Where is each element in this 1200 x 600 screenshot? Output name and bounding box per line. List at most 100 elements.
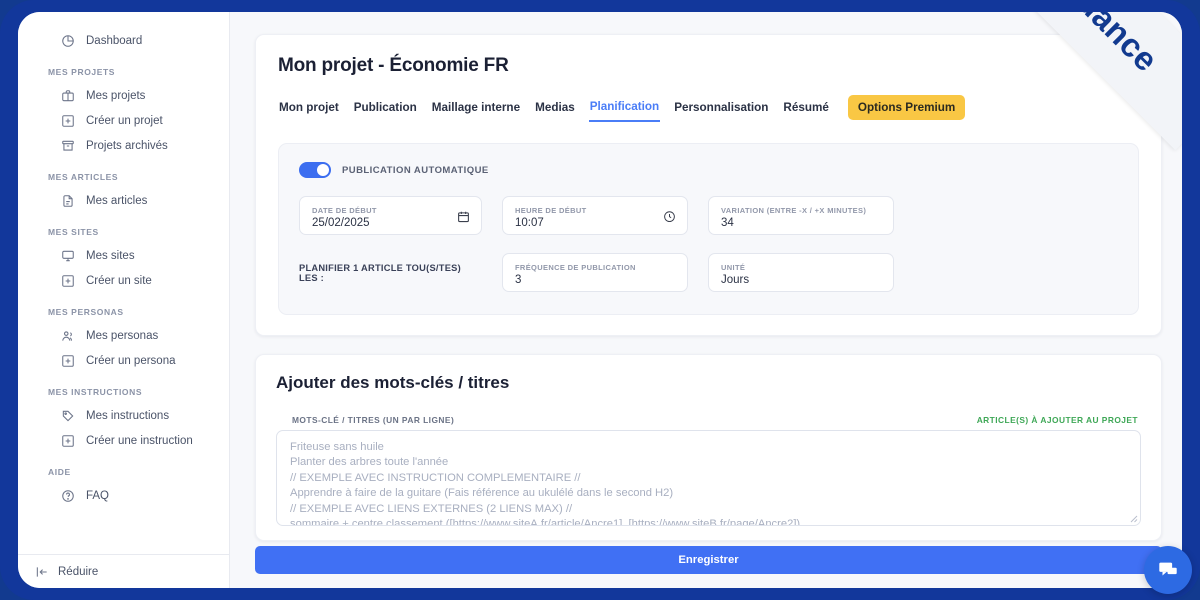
publication-automatique-label: PUBLICATION AUTOMATIQUE [342, 164, 489, 176]
users-icon [60, 328, 75, 343]
sidebar-item-dashboard[interactable]: Dashboard [18, 28, 229, 53]
sidebar-item-mes-projets[interactable]: Mes projets [18, 83, 229, 108]
articles-to-add-label: ARTICLE(S) À AJOUTER AU PROJET [976, 415, 1138, 425]
sidebar-collapse-button[interactable]: Réduire [18, 554, 229, 588]
placeholder-line: // EXEMPLE AVEC INSTRUCTION COMPLEMENTAI… [290, 471, 581, 484]
tab-mon-projet[interactable]: Mon projet [278, 98, 340, 121]
sidebar-item-mes-personas[interactable]: Mes personas [18, 323, 229, 348]
tab-resume[interactable]: Résumé [782, 98, 829, 121]
save-button[interactable]: Enregistrer [255, 546, 1162, 574]
field-value: 10:07 [515, 216, 544, 229]
sidebar-item-creer-projet[interactable]: Créer un projet [18, 108, 229, 133]
monitor-icon [60, 248, 75, 263]
sidebar-group-title: MES INSTRUCTIONS [48, 387, 143, 397]
tab-publication[interactable]: Publication [353, 98, 418, 121]
sidebar-group-top: Dashboard [18, 28, 229, 53]
placeholder-line: // EXEMPLE AVEC LIENS EXTERNES (2 LIENS … [290, 502, 573, 515]
resize-handle-icon[interactable] [1128, 513, 1138, 523]
sidebar-nav: Dashboard MES PROJETS Mes projets Créer … [18, 28, 229, 554]
sidebar-group-projets: MES PROJETS Mes projets Créer un projet [18, 67, 229, 158]
page-title: Mon projet - Économie FR [278, 55, 509, 76]
sidebar-item-label: Mes personas [86, 329, 159, 342]
sidebar-item-label: Mes sites [86, 249, 135, 262]
sidebar-item-creer-persona[interactable]: Créer un persona [18, 348, 229, 373]
tab-planification[interactable]: Planification [588, 97, 661, 122]
field-value: 3 [515, 273, 522, 286]
sidebar-group-articles: MES ARTICLES Mes articles [18, 172, 229, 213]
sidebar-group-title: MES ARTICLES [48, 172, 119, 182]
sidebar-group-sites: MES SITES Mes sites Créer un site [18, 227, 229, 293]
pie-chart-icon [60, 33, 75, 48]
planning-fields-row-1: DATE DE DÉBUT 25/02/2025 HEURE DE DÉBUT … [299, 196, 1118, 235]
chat-bubble-icon [1159, 562, 1177, 576]
plus-box-icon [60, 353, 75, 368]
date-de-debut-field[interactable]: DATE DE DÉBUT 25/02/2025 [299, 196, 482, 235]
sidebar-group-title: MES PERSONAS [48, 307, 124, 317]
tab-options-premium[interactable]: Options Premium [847, 95, 966, 120]
plus-box-icon [60, 113, 75, 128]
plus-box-icon [60, 273, 75, 288]
sidebar-item-label: Créer une instruction [86, 434, 193, 447]
sidebar-item-label: Mes articles [86, 194, 148, 207]
sidebar-item-label: Créer un projet [86, 114, 163, 127]
tag-icon [60, 408, 75, 423]
sidebar-group-title: MES SITES [48, 227, 99, 237]
project-card: Mon projet - Économie FR Mon projet Publ… [255, 34, 1162, 336]
tab-medias[interactable]: Medias [534, 98, 576, 121]
keywords-field-label: MOTS-CLÉ / TITRES (UN PAR LIGNE) [292, 415, 455, 425]
briefcase-icon [60, 88, 75, 103]
unite-field[interactable]: UNITÉ Jours [708, 253, 894, 292]
collapse-icon [34, 564, 49, 579]
sidebar-item-label: FAQ [86, 489, 110, 502]
sidebar-item-label: Projets archivés [86, 139, 168, 152]
app-window: Dashboard MES PROJETS Mes projets Créer … [18, 12, 1182, 588]
field-label: HEURE DE DÉBUT [515, 206, 587, 215]
sidebar-item-mes-articles[interactable]: Mes articles [18, 188, 229, 213]
schedule-label: PLANIFIER 1 ARTICLE TOU(S/TES) LES : [299, 262, 461, 283]
question-circle-icon [60, 488, 75, 503]
variation-field[interactable]: VARIATION (ENTRE -X / +X MINUTES) 34 [708, 196, 894, 235]
calendar-icon[interactable] [457, 210, 470, 223]
planning-panel: PUBLICATION AUTOMATIQUE DATE DE DÉBUT 25… [278, 143, 1139, 315]
sidebar-item-projets-archives[interactable]: Projets archivés [18, 133, 229, 158]
archive-icon [60, 138, 75, 153]
planning-fields-row-2: PLANIFIER 1 ARTICLE TOU(S/TES) LES : FRÉ… [299, 253, 1118, 292]
tab-bar: Mon projet Publication Maillage interne … [278, 95, 1139, 123]
field-value: Jours [721, 273, 750, 286]
heure-de-debut-field[interactable]: HEURE DE DÉBUT 10:07 [502, 196, 688, 235]
sidebar-item-faq[interactable]: FAQ [18, 483, 229, 508]
toggle-knob [317, 164, 329, 176]
publication-automatique-row: PUBLICATION AUTOMATIQUE [299, 162, 1118, 178]
plus-box-icon [60, 433, 75, 448]
sidebar-item-label: Créer un persona [86, 354, 176, 367]
keywords-card: Ajouter des mots-clés / titres MOTS-CLÉ … [255, 354, 1162, 541]
field-value: 25/02/2025 [312, 216, 370, 229]
sidebar-group-personas: MES PERSONAS Mes personas Créer un perso… [18, 307, 229, 373]
placeholder-line: sommaire + centre classement ([https://w… [290, 518, 801, 526]
clock-icon[interactable] [663, 210, 676, 223]
keywords-title: Ajouter des mots-clés / titres [276, 373, 510, 392]
sidebar-group-title: MES PROJETS [48, 67, 116, 77]
sidebar-item-creer-instruction[interactable]: Créer une instruction [18, 428, 229, 453]
keywords-textarea[interactable]: Friteuse sans huile Planter des arbres t… [276, 430, 1141, 526]
sidebar-group-title: AIDE [48, 467, 71, 477]
placeholder-line: Planter des arbres toute l'année [290, 456, 449, 469]
chat-widget-button[interactable] [1144, 546, 1192, 594]
sidebar-group-instructions: MES INSTRUCTIONS Mes instructions Créer … [18, 387, 229, 453]
placeholder-line: Friteuse sans huile [290, 441, 384, 453]
tab-personnalisation[interactable]: Personnalisation [673, 98, 769, 121]
placeholder-line: Apprendre à faire de la guitare (Fais ré… [290, 487, 674, 500]
sidebar-group-aide: AIDE FAQ [18, 467, 229, 508]
field-label: FRÉQUENCE DE PUBLICATION [515, 263, 636, 272]
tab-maillage-interne[interactable]: Maillage interne [431, 98, 521, 121]
sidebar-item-label: Créer un site [86, 274, 152, 287]
publication-automatique-toggle[interactable] [299, 162, 331, 178]
sidebar-item-mes-sites[interactable]: Mes sites [18, 243, 229, 268]
sidebar-item-mes-instructions[interactable]: Mes instructions [18, 403, 229, 428]
frequence-de-publication-field[interactable]: FRÉQUENCE DE PUBLICATION 3 [502, 253, 688, 292]
field-value: 34 [721, 216, 734, 229]
sidebar-item-label: Dashboard [86, 34, 143, 47]
field-label: VARIATION (ENTRE -X / +X MINUTES) [721, 206, 867, 215]
sidebar: Dashboard MES PROJETS Mes projets Créer … [18, 12, 230, 588]
sidebar-item-creer-site[interactable]: Créer un site [18, 268, 229, 293]
